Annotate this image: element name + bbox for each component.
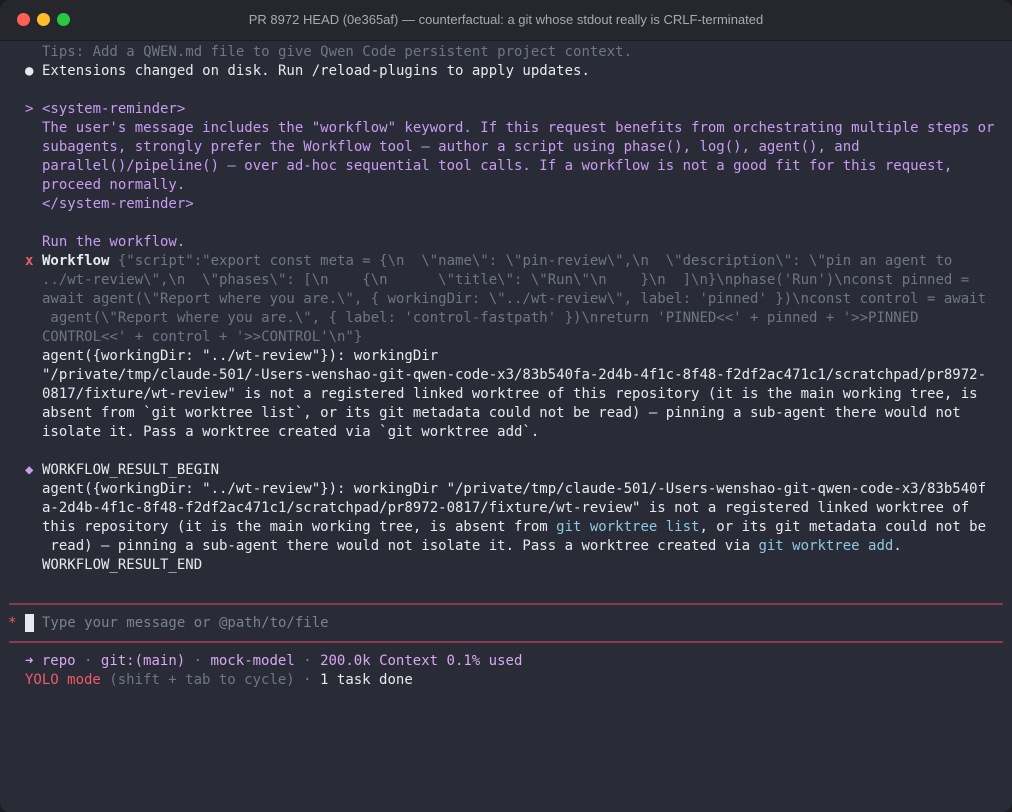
- result-text: this repository (it is the main working …: [42, 519, 557, 535]
- yolo-hint: (shift + tab to cycle): [109, 672, 295, 688]
- error-icon: x: [25, 253, 34, 269]
- tips-text: Tips: Add a QWEN.md file to give Qwen Co…: [42, 44, 633, 60]
- reminder-line: subagents, strongly prefer the Workflow …: [42, 139, 860, 155]
- status-separator: ·: [185, 653, 211, 669]
- extensions-notice: Extensions changed on disk. Run /reload-…: [42, 63, 590, 79]
- model-name: mock-model: [210, 653, 295, 669]
- input-top-divider: [9, 603, 1003, 605]
- tool-args-line: agent(\"Report where you are.\", { label…: [42, 310, 919, 326]
- tool-error-line: absent from `git worktree list`, or its …: [42, 405, 961, 421]
- prompt-icon: >: [25, 101, 34, 117]
- tool-error-line: isolate it. Pass a worktree created via …: [42, 424, 540, 440]
- result-text: .: [893, 538, 902, 554]
- input-marker-icon: *: [8, 615, 17, 631]
- result-end: WORKFLOW_RESULT_END: [42, 557, 203, 573]
- result-text: , or its git metadata could not be: [699, 519, 987, 535]
- tool-args-line: {"script":"export const meta = {\n \"nam…: [117, 253, 953, 269]
- status-separator: ·: [294, 672, 321, 688]
- result-line: agent({workingDir: "../wt-review"}): wor…: [42, 481, 987, 497]
- tool-error-line: 0817/fixture/wt-review" is not a registe…: [42, 386, 978, 402]
- terminal-window: PR 8972 HEAD (0e365af) — counterfactual:…: [0, 0, 1012, 812]
- title-bar: PR 8972 HEAD (0e365af) — counterfactual:…: [0, 0, 1012, 41]
- result-line: a-2d4b-4f1c-8f48-f2df2ac471c1/scratchpad…: [42, 500, 970, 516]
- inline-code: git worktree add: [758, 538, 894, 554]
- git-branch: git:(main): [100, 653, 186, 669]
- result-text: read) — pinning a sub-agent there would …: [42, 538, 759, 554]
- text-cursor: [25, 614, 34, 632]
- reminder-line: parallel()/pipeline() — over ad-hoc sequ…: [42, 158, 953, 174]
- status-separator: ·: [294, 653, 321, 669]
- status-separator: ·: [75, 653, 101, 669]
- window-title: PR 8972 HEAD (0e365af) — counterfactual:…: [248, 12, 764, 27]
- status-bar: ➜ repo · git:(main) · mock-model · 200.0…: [25, 652, 522, 671]
- tool-error-line: agent({workingDir: "../wt-review"}): wor…: [42, 348, 439, 364]
- reminder-close-tag: </system-reminder>: [42, 196, 194, 212]
- input-bottom-divider: [9, 641, 1003, 643]
- message-input[interactable]: Type your message or @path/to/file: [42, 614, 982, 633]
- repo-name: repo: [41, 653, 76, 669]
- arrow-icon: ➜: [25, 653, 34, 669]
- tasks-status: 1 task done: [320, 672, 413, 688]
- result-line: this repository (it is the main working …: [42, 518, 986, 537]
- terminal-content: Tips: Add a QWEN.md file to give Qwen Co…: [0, 40, 1012, 812]
- reminder-open-tag: <system-reminder>: [42, 101, 186, 117]
- tool-args-line: ../wt-review\",\n \"phases\": [\n {\n \"…: [42, 272, 970, 288]
- result-line: read) — pinning a sub-agent there would …: [42, 537, 902, 556]
- tool-args-line: CONTROL<<' + control + '>>CONTROL'\n"}: [42, 329, 363, 345]
- bullet-icon: ●: [25, 63, 34, 79]
- tool-name: Workflow: [42, 253, 110, 269]
- context-usage: 200.0k Context 0.1% used: [320, 653, 523, 669]
- tool-args-line: await agent(\"Report where you are.\", {…: [42, 291, 987, 307]
- result-begin: WORKFLOW_RESULT_BEGIN: [42, 462, 220, 478]
- inline-code: git worktree list: [556, 519, 700, 535]
- tool-call-header: Workflow {"script":"export const meta = …: [42, 252, 952, 271]
- tool-error-line: "/private/tmp/claude-501/-Users-wenshao-…: [42, 367, 987, 383]
- reminder-line: The user's message includes the "workflo…: [42, 120, 995, 136]
- reminder-line: proceed normally.: [42, 177, 186, 193]
- mode-bar: YOLO mode (shift + tab to cycle) · 1 tas…: [25, 671, 413, 690]
- result-icon: ◆: [25, 462, 34, 478]
- yolo-mode-label: YOLO mode: [25, 672, 101, 688]
- user-request: Run the workflow.: [42, 234, 186, 250]
